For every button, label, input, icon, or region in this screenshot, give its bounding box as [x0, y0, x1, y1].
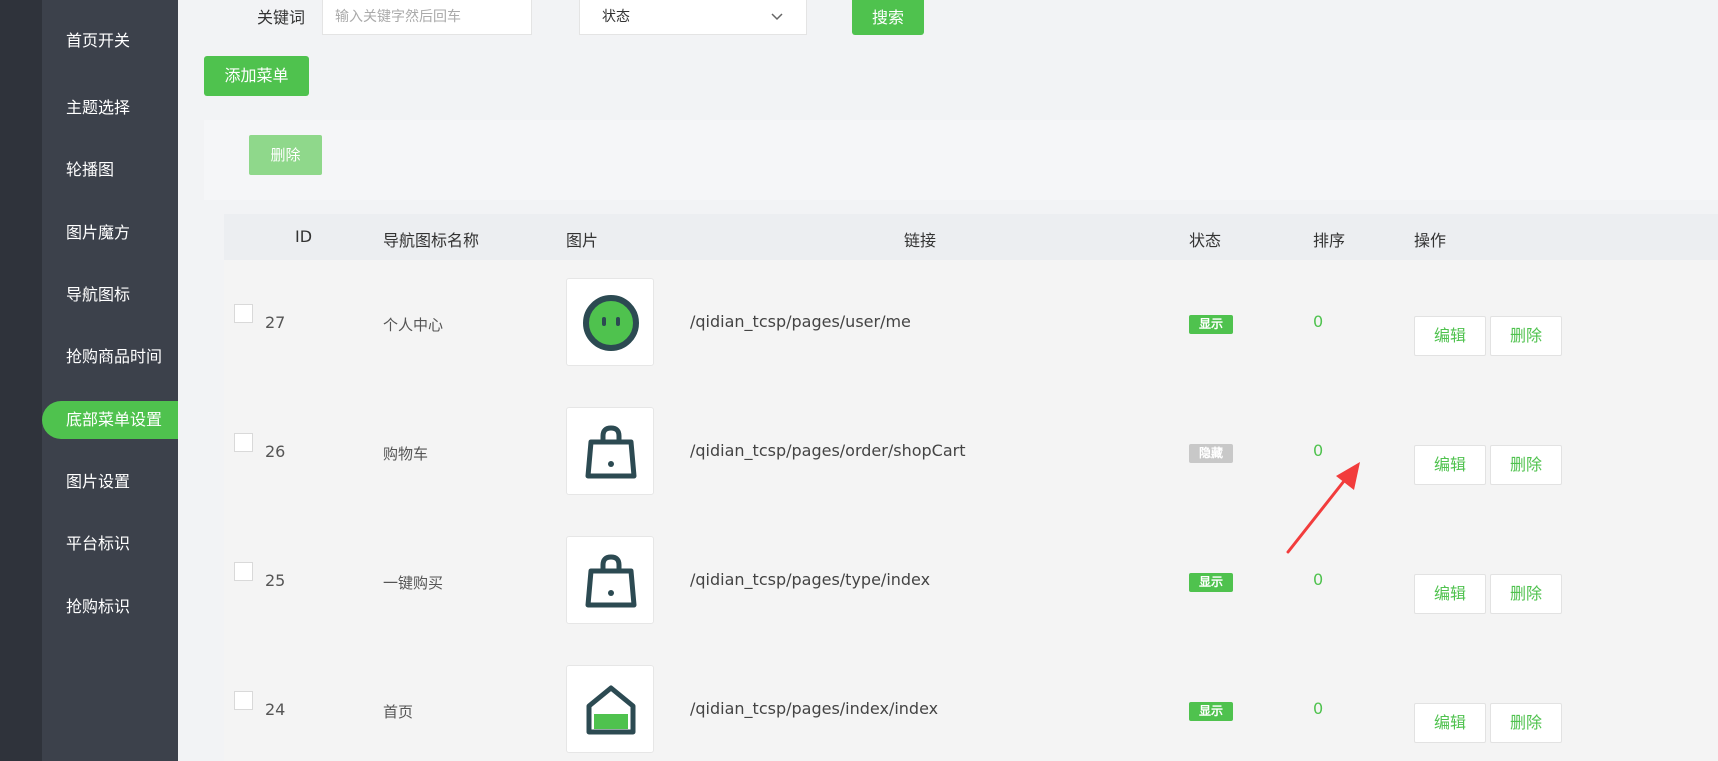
row-link: /qidian_tcsp/pages/type/index — [690, 570, 931, 589]
sidebar-item-platform-badge[interactable]: 平台标识 — [66, 525, 130, 563]
status-badge: 显示 — [1189, 702, 1233, 721]
main-content: 关键词 状态 搜索 添加菜单 删除 ID 导航图标名称 图片 链接 状态 排序 … — [178, 0, 1718, 761]
edit-button[interactable]: 编辑 — [1414, 574, 1486, 614]
header-link: 链接 — [904, 231, 937, 250]
menu-table: ID 导航图标名称 图片 链接 状态 排序 操作 27 个人中心 /qidian… — [224, 214, 1718, 761]
row-image — [566, 278, 654, 366]
status-badge: 显示 — [1189, 315, 1233, 334]
sidebar-item-carousel[interactable]: 轮播图 — [66, 151, 114, 189]
shopping-bag-icon — [585, 425, 637, 479]
shopping-bag-icon — [585, 554, 637, 608]
row-name: 首页 — [383, 703, 414, 721]
bulk-action-panel — [204, 120, 1718, 200]
row-sort: 0 — [1313, 699, 1324, 718]
row-sort: 0 — [1313, 312, 1324, 331]
table-row: 26 购物车 /qidian_tcsp/pages/order/shopCart… — [224, 406, 1718, 535]
row-link: /qidian_tcsp/pages/order/shopCart — [690, 441, 966, 460]
sidebar-item-image-settings[interactable]: 图片设置 — [66, 463, 130, 501]
row-name: 个人中心 — [383, 316, 444, 334]
status-badge: 隐藏 — [1189, 444, 1233, 463]
table-row: 24 首页 /qidian_tcsp/pages/index/index 显示 … — [224, 664, 1718, 761]
annotation-arrow-icon — [1286, 462, 1360, 554]
sidebar: 首页开关 主题选择 轮播图 图片魔方 导航图标 抢购商品时间 底部菜单设置 图片… — [42, 0, 178, 761]
sidebar-item-flash-sale-badge[interactable]: 抢购标识 — [66, 588, 130, 626]
keyword-input[interactable] — [322, 0, 532, 35]
status-badge: 显示 — [1189, 573, 1233, 592]
edit-button[interactable]: 编辑 — [1414, 445, 1486, 485]
row-id: 25 — [265, 571, 286, 590]
row-image — [566, 665, 654, 753]
delete-button[interactable]: 删除 — [1490, 445, 1562, 485]
status-select[interactable]: 状态 — [579, 0, 807, 35]
home-icon — [586, 685, 636, 735]
row-link: /qidian_tcsp/pages/index/index — [690, 699, 939, 718]
row-checkbox[interactable] — [234, 433, 253, 452]
header-id: ID — [295, 227, 313, 246]
sidebar-item-theme[interactable]: 主题选择 — [66, 89, 130, 127]
header-sort: 排序 — [1313, 231, 1346, 250]
edit-button[interactable]: 编辑 — [1414, 703, 1486, 743]
row-name: 购物车 — [383, 445, 429, 463]
bulk-delete-button[interactable]: 删除 — [249, 135, 322, 175]
header-name: 导航图标名称 — [383, 231, 480, 250]
row-checkbox[interactable] — [234, 304, 253, 323]
sidebar-item-nav-icons[interactable]: 导航图标 — [66, 276, 130, 314]
sidebar-item-image-cube[interactable]: 图片魔方 — [66, 214, 130, 252]
row-image — [566, 407, 654, 495]
table-header: ID 导航图标名称 图片 链接 状态 排序 操作 — [224, 214, 1718, 260]
left-rail — [0, 0, 42, 761]
row-link: /qidian_tcsp/pages/user/me — [690, 312, 911, 331]
add-menu-button[interactable]: 添加菜单 — [204, 56, 309, 96]
header-image: 图片 — [566, 231, 599, 250]
status-select-value: 状态 — [602, 9, 630, 25]
row-checkbox[interactable] — [234, 691, 253, 710]
search-button[interactable]: 搜索 — [852, 0, 924, 35]
header-actions: 操作 — [1414, 231, 1447, 250]
row-id: 27 — [265, 313, 286, 332]
sidebar-item-bottom-menu[interactable]: 底部菜单设置 — [42, 401, 178, 439]
chevron-down-icon — [771, 13, 783, 21]
delete-button[interactable]: 删除 — [1490, 703, 1562, 743]
edit-button[interactable]: 编辑 — [1414, 316, 1486, 356]
delete-button[interactable]: 删除 — [1490, 316, 1562, 356]
sidebar-item-home-switch[interactable]: 首页开关 — [66, 22, 130, 60]
row-checkbox[interactable] — [234, 562, 253, 581]
row-id: 24 — [265, 700, 286, 719]
header-status: 状态 — [1189, 231, 1222, 250]
row-name: 一键购买 — [383, 574, 444, 592]
row-sort: 0 — [1313, 441, 1324, 460]
table-row: 27 个人中心 /qidian_tcsp/pages/user/me 显示 0 … — [224, 277, 1718, 406]
row-image — [566, 536, 654, 624]
sidebar-item-flash-sale-time[interactable]: 抢购商品时间 — [66, 338, 162, 376]
row-sort: 0 — [1313, 570, 1324, 589]
delete-button[interactable]: 删除 — [1490, 574, 1562, 614]
table-row: 25 一键购买 /qidian_tcsp/pages/type/index 显示… — [224, 535, 1718, 664]
user-face-icon — [583, 295, 639, 351]
keyword-label: 关键词 — [257, 8, 306, 27]
row-id: 26 — [265, 442, 286, 461]
